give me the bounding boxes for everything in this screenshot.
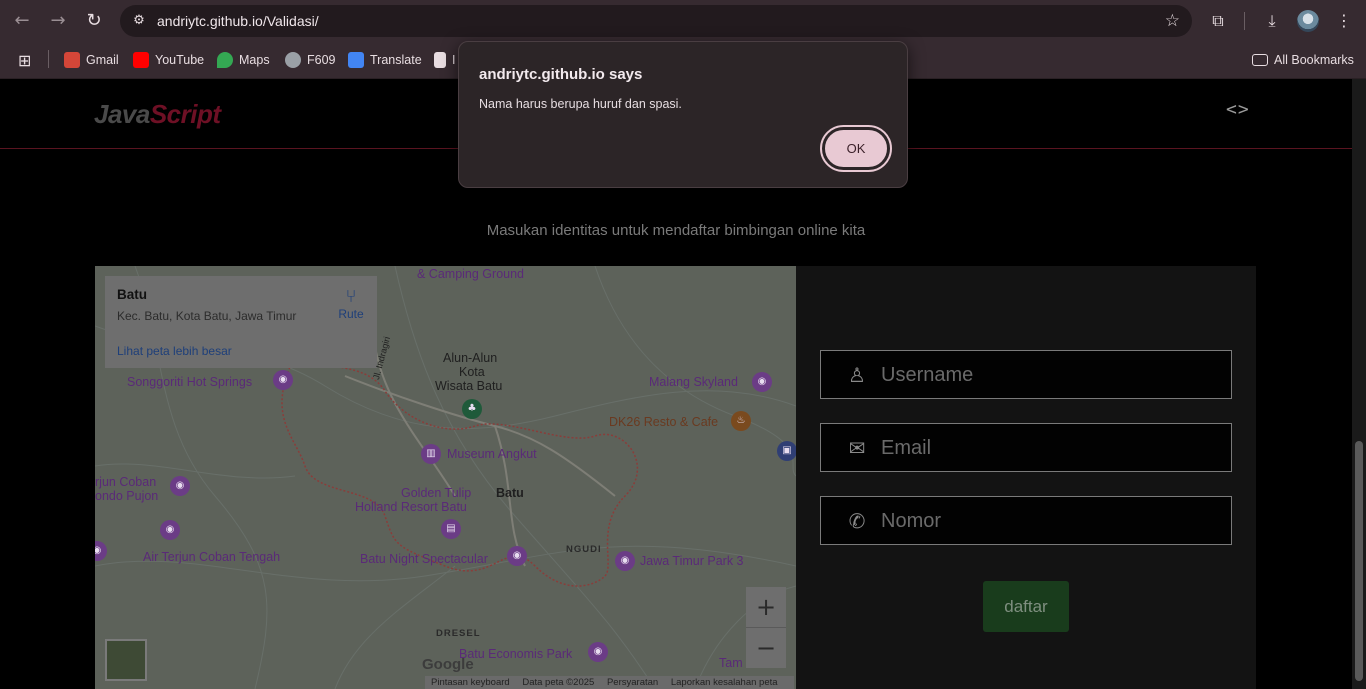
dialog-message: Nama harus berupa huruf dan spasi.: [479, 97, 682, 111]
bookmark-maps[interactable]: Maps: [217, 50, 270, 70]
map-label-camping: & Camping Ground: [417, 267, 525, 281]
map-label-museum: Museum Angkut: [447, 447, 537, 461]
poi-pin-icon[interactable]: ◉: [160, 520, 180, 540]
gmail-icon: [64, 52, 80, 68]
keyboard-shortcuts-link[interactable]: Pintasan keyboard: [431, 677, 510, 688]
map-label-alun3: Wisata Batu: [435, 379, 503, 393]
page-subtitle: Masukan identitas untuk mendaftar bimbin…: [486, 222, 866, 239]
hotel-pin-icon[interactable]: ▤: [441, 519, 461, 539]
username-input[interactable]: [881, 361, 1211, 389]
address-bar[interactable]: ⚙ andriytc.github.io/Validasi/ ☆: [120, 5, 1192, 37]
url-text[interactable]: andriytc.github.io/Validasi/: [157, 13, 319, 29]
map-attribution: Pintasan keyboard Data peta ©2025 Persya…: [425, 676, 794, 689]
place-address: Kec. Batu, Kota Batu, Jawa Timur: [117, 309, 297, 323]
dialog-title: andriytc.github.io says: [479, 66, 643, 83]
bookmark-gmail[interactable]: Gmail: [64, 50, 119, 70]
terms-link[interactable]: Persyaratan: [607, 677, 658, 688]
poi-pin-icon[interactable]: ▣: [777, 441, 796, 461]
zoom-in-button[interactable]: +: [746, 587, 786, 627]
museum-pin-icon[interactable]: ▥: [421, 444, 441, 464]
place-title: Batu: [117, 287, 147, 302]
poi-pin-icon[interactable]: ◉: [170, 476, 190, 496]
bookmark-partial[interactable]: I: [434, 50, 455, 70]
apps-grid-icon[interactable]: ⊞: [18, 50, 31, 70]
all-bookmarks[interactable]: All Bookmarks: [1252, 50, 1354, 70]
daftar-button[interactable]: daftar: [983, 581, 1069, 632]
page-scrollbar[interactable]: [1352, 79, 1366, 689]
registration-form: ♙ ✉ ✆ daftar: [796, 266, 1256, 689]
email-input[interactable]: [881, 434, 1211, 462]
map-label-alun2: Kota: [459, 365, 485, 379]
map-zoom-controls: + −: [746, 587, 786, 668]
user-icon: ♙: [848, 363, 866, 387]
map-label-ngudi: NGUDI: [566, 544, 602, 555]
map-label-economis: Batu Economis Park: [459, 647, 573, 661]
map-label-jatim3: Jawa Timur Park 3: [640, 554, 744, 568]
zoom-out-button[interactable]: −: [746, 628, 786, 668]
site-logo[interactable]: JavaScript: [94, 99, 221, 130]
browser-toolbar: ← → ↻ ⚙ andriytc.github.io/Validasi/ ☆ ⧉…: [0, 0, 1366, 42]
globe-icon: [285, 52, 301, 68]
bookmark-youtube[interactable]: YouTube: [133, 50, 204, 70]
phone-icon: ✆: [848, 509, 866, 533]
folder-icon: [1252, 54, 1268, 66]
bookmark-translate[interactable]: Translate: [348, 50, 422, 70]
poi-pin-icon[interactable]: ◉: [273, 370, 293, 390]
toolbar-divider: [1244, 12, 1245, 30]
poi-pin-icon[interactable]: ◉: [752, 372, 772, 392]
directions-icon: ⑂: [345, 286, 357, 307]
bookmark-favicon: [434, 52, 446, 68]
forward-icon[interactable]: →: [46, 9, 70, 33]
map-label-coban1: rjun Coban: [95, 475, 157, 489]
map-label-tam: Tam: [719, 656, 743, 670]
download-icon[interactable]: ⤓: [1260, 9, 1284, 33]
map-label-coban2: ondo Pujon: [95, 489, 159, 503]
park-pin-icon[interactable]: ♣: [462, 399, 482, 419]
bookmark-f609[interactable]: F609: [285, 50, 336, 70]
map-label-dresel: DRESEL: [436, 628, 481, 639]
poi-pin-icon[interactable]: ◉: [588, 642, 608, 662]
google-logo: Google: [422, 656, 474, 673]
view-larger-map-link[interactable]: Lihat peta lebih besar: [117, 344, 232, 358]
map-label-golden2: Holland Resort Batu: [355, 500, 467, 514]
map-data-text: Data peta ©2025: [522, 677, 595, 688]
embedded-map[interactable]: Batu Kec. Batu, Kota Batu, Jawa Timur Li…: [95, 266, 796, 689]
route-button[interactable]: ⑂ Rute: [333, 286, 369, 321]
map-label-dk26: DK26 Resto & Cafe: [609, 415, 719, 429]
envelope-icon: ✉: [848, 436, 866, 460]
map-label-malang-skyland: Malang Skyland: [649, 375, 738, 389]
back-icon[interactable]: ←: [10, 9, 34, 33]
scrollbar-thumb[interactable]: [1355, 441, 1363, 681]
bookmark-star-icon[interactable]: ☆: [1165, 11, 1180, 31]
extensions-icon[interactable]: ⧉: [1206, 9, 1230, 33]
map-label-songgoriti: Songgoriti Hot Springs: [127, 375, 253, 389]
reload-icon[interactable]: ↻: [82, 9, 106, 33]
email-field: ✉: [820, 423, 1232, 472]
ok-button[interactable]: OK: [820, 125, 892, 172]
map-label-air-terjun: Air Terjun Coban Tengah: [143, 550, 281, 564]
translate-icon: [348, 52, 364, 68]
alert-dialog: andriytc.github.io says Nama harus berup…: [458, 41, 908, 188]
site-info-icon[interactable]: ⚙: [130, 12, 148, 30]
map-label-alun1: Alun-Alun: [443, 351, 498, 365]
username-field: ♙: [820, 350, 1232, 399]
poi-pin-icon[interactable]: ◉: [507, 546, 527, 566]
map-layer-toggle[interactable]: [105, 639, 147, 681]
map-label-night: Batu Night Spectacular: [360, 552, 488, 566]
code-icon[interactable]: <>: [1226, 99, 1250, 120]
profile-avatar[interactable]: [1297, 10, 1319, 32]
bookmarks-divider: [48, 50, 49, 68]
map-label-golden1: Golden Tulip: [401, 486, 472, 500]
report-error-link[interactable]: Laporkan kesalahan peta: [671, 677, 778, 688]
maps-icon: [217, 52, 233, 68]
youtube-icon: [133, 52, 149, 68]
map-info-card: Batu Kec. Batu, Kota Batu, Jawa Timur Li…: [105, 276, 377, 368]
nomor-input[interactable]: [881, 507, 1211, 535]
map-label-batu: Batu: [496, 486, 524, 500]
poi-pin-icon[interactable]: ◉: [615, 551, 635, 571]
menu-icon[interactable]: ⋮: [1332, 9, 1356, 33]
restaurant-pin-icon[interactable]: ♨: [731, 411, 751, 431]
nomor-field: ✆: [820, 496, 1232, 545]
